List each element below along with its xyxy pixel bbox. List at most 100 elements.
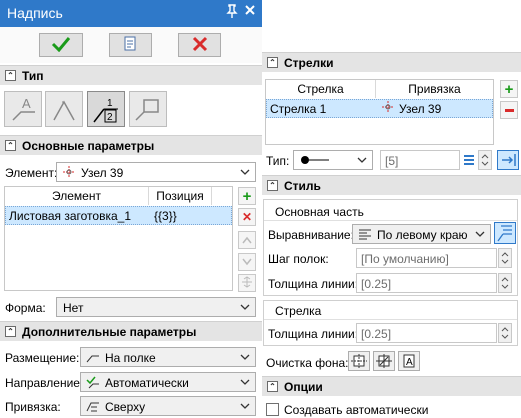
align-label: Выравнивание: bbox=[268, 228, 354, 242]
options-title: Опции bbox=[284, 380, 323, 394]
leader-fraction-icon: 12 bbox=[88, 98, 124, 129]
leader-flag-icon bbox=[130, 99, 166, 129]
arrow-type-select[interactable] bbox=[293, 150, 373, 170]
arrow-type-label: Тип: bbox=[266, 154, 290, 168]
type-section-title: Тип bbox=[22, 69, 44, 83]
row-arrow: Стрелка 1 bbox=[270, 102, 327, 116]
bg-clear-lines-icon bbox=[349, 354, 369, 373]
col-header-element[interactable]: Элемент bbox=[5, 187, 149, 205]
arrow-size-field[interactable]: [5] bbox=[380, 150, 460, 170]
text-frame-button[interactable] bbox=[494, 222, 516, 244]
svg-text:1: 1 bbox=[107, 98, 113, 109]
svg-text:A: A bbox=[406, 357, 413, 368]
col-header-position[interactable]: Позиция bbox=[149, 187, 212, 205]
chevron-up-icon: ⌃ bbox=[267, 180, 278, 191]
shelf-step-spinner[interactable] bbox=[498, 248, 512, 268]
type-option-3[interactable]: 12 bbox=[87, 91, 125, 127]
shelf-icon bbox=[86, 351, 100, 364]
title-bar: Надпись bbox=[0, 0, 262, 27]
row-binding: Узел 39 bbox=[399, 102, 442, 116]
arrow-align-button[interactable] bbox=[497, 150, 519, 170]
col-header-binding[interactable]: Привязка bbox=[376, 80, 493, 98]
arrow-up-icon bbox=[242, 233, 252, 247]
direction-value: Автоматически bbox=[105, 376, 189, 390]
auto-create-label[interactable]: Создавать автоматически bbox=[284, 403, 428, 417]
checkmark-icon bbox=[51, 36, 71, 55]
align-left-icon bbox=[358, 228, 372, 241]
move-up-button[interactable] bbox=[238, 231, 256, 249]
style-header[interactable]: ⌃ Стиль bbox=[262, 175, 521, 195]
cancel-button[interactable] bbox=[178, 33, 221, 57]
align-value: По левому краю bbox=[377, 228, 468, 242]
move-down-button[interactable] bbox=[238, 253, 256, 271]
auto-direction-icon bbox=[86, 376, 100, 389]
type-option-1[interactable]: A bbox=[4, 91, 42, 127]
binding-value: Сверху bbox=[105, 400, 146, 414]
placement-select[interactable]: На полке bbox=[80, 347, 256, 367]
auto-create-checkbox[interactable] bbox=[266, 403, 279, 416]
arrow-thickness-spinner[interactable] bbox=[498, 323, 512, 343]
ok-button[interactable] bbox=[39, 33, 83, 57]
node-icon bbox=[62, 166, 76, 179]
plus-icon: + bbox=[504, 80, 514, 98]
element-select[interactable]: Узел 39 bbox=[56, 162, 256, 182]
arrow-part-title: Стрелка bbox=[275, 304, 322, 318]
arrow-size-spinner[interactable] bbox=[478, 150, 492, 170]
add-element-button[interactable]: + bbox=[238, 187, 256, 205]
shelf-step-field[interactable]: [По умолчанию] bbox=[356, 248, 497, 268]
cross-icon: ✕ bbox=[241, 210, 253, 224]
pin-icon[interactable] bbox=[226, 4, 238, 21]
elements-table: Элемент Позиция Листовая заготовка_1 {{3… bbox=[4, 186, 233, 291]
text-frame-icon bbox=[495, 225, 515, 246]
line-thickness-field[interactable]: [0.25] bbox=[356, 273, 497, 293]
form-label: Форма: bbox=[5, 301, 46, 315]
table-row[interactable]: Листовая заготовка_1 {{3}} bbox=[5, 206, 232, 225]
chevron-down-icon bbox=[240, 166, 250, 176]
close-icon[interactable] bbox=[244, 4, 256, 19]
menu-icon[interactable] bbox=[462, 151, 476, 169]
arrow-thickness-field[interactable]: [0.25] bbox=[356, 323, 497, 343]
shelf-step-label: Шаг полок: bbox=[268, 252, 329, 266]
add-arrow-button[interactable]: + bbox=[500, 80, 518, 98]
leader-triangle-icon bbox=[46, 100, 82, 129]
delete-arrow-button[interactable] bbox=[500, 101, 518, 119]
chevron-up-icon: ⌃ bbox=[267, 57, 278, 68]
table-row[interactable]: Стрелка 1 Узел 39 bbox=[266, 99, 493, 118]
type-section-header[interactable]: ⌃ Тип bbox=[0, 65, 262, 85]
sort-button[interactable] bbox=[238, 274, 256, 292]
chevron-up-icon: ⌃ bbox=[5, 70, 16, 81]
arrows-header[interactable]: ⌃ Стрелки bbox=[262, 52, 521, 72]
bg-clear-option-1[interactable] bbox=[348, 351, 370, 371]
plus-icon: + bbox=[242, 187, 252, 205]
sort-icon bbox=[241, 275, 253, 291]
bg-clear-option-3[interactable]: A bbox=[398, 351, 420, 371]
bg-clear-option-2[interactable] bbox=[373, 351, 395, 371]
direction-select[interactable]: Автоматически bbox=[80, 372, 256, 392]
options-header[interactable]: ⌃ Опции bbox=[262, 376, 521, 396]
divider bbox=[264, 220, 517, 221]
col-header-arrow[interactable]: Стрелка bbox=[266, 80, 376, 98]
element-value: Узел 39 bbox=[81, 166, 124, 180]
save-to-document-button[interactable] bbox=[109, 33, 152, 57]
binding-select[interactable]: Сверху bbox=[80, 396, 256, 416]
chevron-down-icon bbox=[240, 351, 250, 361]
align-right-icon bbox=[498, 154, 518, 172]
chevron-down-icon bbox=[240, 301, 250, 311]
leader-text-icon: A bbox=[5, 96, 41, 129]
align-select[interactable]: По левому краю bbox=[352, 224, 491, 244]
extra-params-header[interactable]: ⌃ Дополнительные параметры bbox=[0, 321, 262, 341]
bg-clear-hatch-icon bbox=[374, 354, 394, 373]
form-value: Нет bbox=[63, 301, 84, 315]
main-part-title: Основная часть bbox=[275, 205, 364, 219]
binding-label: Привязка: bbox=[5, 400, 61, 414]
main-params-header[interactable]: ⌃ Основные параметры bbox=[0, 135, 262, 155]
svg-text:2: 2 bbox=[107, 112, 113, 123]
line-thickness-spinner[interactable] bbox=[498, 273, 512, 293]
type-option-4[interactable] bbox=[129, 91, 167, 127]
type-option-2[interactable] bbox=[45, 91, 83, 127]
arrow-thickness-label: Толщина линии: bbox=[268, 327, 359, 341]
top-binding-icon bbox=[86, 400, 100, 413]
delete-element-button[interactable]: ✕ bbox=[238, 208, 256, 226]
form-select[interactable]: Нет bbox=[56, 297, 256, 317]
cross-icon bbox=[192, 36, 208, 55]
